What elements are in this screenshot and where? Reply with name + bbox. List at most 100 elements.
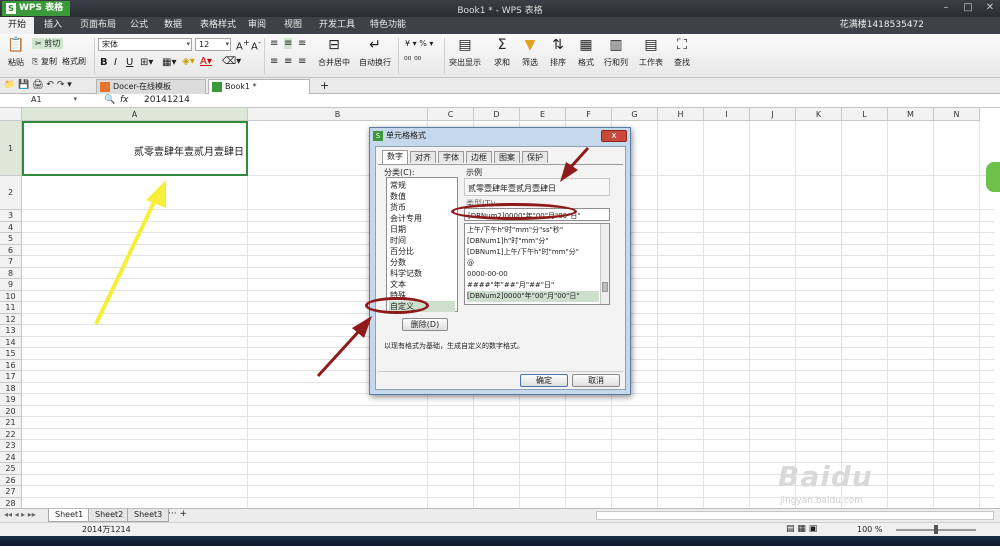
row-header-17[interactable]: 17 <box>0 371 22 383</box>
shrink-font-icon[interactable]: A- <box>251 37 261 52</box>
list-item[interactable]: [DBNum1]h"时"mm"分" <box>467 236 599 247</box>
list-item[interactable]: 文本 <box>389 279 455 290</box>
italic-icon[interactable]: I <box>114 57 117 68</box>
fill-color-icon[interactable]: ◈▾ <box>182 56 195 67</box>
menu-data[interactable]: 数据 <box>156 17 190 34</box>
row-header-25[interactable]: 25 <box>0 463 22 475</box>
format-button[interactable]: ▦ 格式 <box>572 36 600 68</box>
list-item[interactable]: ####"年"##"月"##"日" <box>467 280 599 291</box>
sort-button[interactable]: ⇅ 排序 <box>544 36 572 68</box>
category-list[interactable]: 常规 数值 货币 会计专用 日期 时间 百分比 分数 科学记数 文本 特殊 自定… <box>386 177 458 312</box>
row-header-10[interactable]: 10 <box>0 290 22 302</box>
tab-number[interactable]: 数字 <box>382 150 408 164</box>
row-header-27[interactable]: 27 <box>0 486 22 498</box>
tab-alignment[interactable]: 对齐 <box>410 151 436 163</box>
formula-input[interactable]: 20141214 <box>144 95 190 105</box>
sum-button[interactable]: Σ 求和 <box>488 36 516 68</box>
row-header-18[interactable]: 18 <box>0 382 22 394</box>
menu-table-style[interactable]: 表格样式 <box>192 17 244 34</box>
column-header-d[interactable]: D <box>474 108 520 121</box>
column-header-k[interactable]: K <box>796 108 842 121</box>
wrap-text-button[interactable]: ↵ 自动换行 <box>358 36 392 68</box>
list-item[interactable]: 会计专用 <box>389 213 455 224</box>
maximize-icon[interactable]: □ <box>957 1 979 15</box>
list-item-selected[interactable]: [DBNum2]0000"年"00"月"00"日" <box>467 291 599 302</box>
font-name-select[interactable]: 宋体 ▾ <box>98 38 192 51</box>
row-header-21[interactable]: 21 <box>0 417 22 429</box>
list-item[interactable]: 常规 <box>389 180 455 191</box>
row-header-4[interactable]: 4 <box>0 221 22 233</box>
list-item[interactable]: 日期 <box>389 224 455 235</box>
row-header-13[interactable]: 13 <box>0 325 22 337</box>
column-header-f[interactable]: F <box>566 108 612 121</box>
column-header-g[interactable]: G <box>612 108 658 121</box>
row-header-12[interactable]: 12 <box>0 313 22 325</box>
tab-sheet3[interactable]: Sheet3 <box>127 509 170 522</box>
list-item[interactable]: 分数 <box>389 257 455 268</box>
view-mode-icon[interactable]: ▤ ▦ ▣ <box>786 523 817 536</box>
decimal-icon[interactable]: ⁰⁰ ⁰⁰ <box>404 56 421 66</box>
column-header-l[interactable]: L <box>842 108 888 121</box>
menu-insert[interactable]: 插入 <box>36 17 70 34</box>
menu-review[interactable]: 审阅 <box>240 17 274 34</box>
column-header-j[interactable]: J <box>750 108 796 121</box>
list-item[interactable]: 数值 <box>389 191 455 202</box>
list-item[interactable]: 上午/下午h"时"mm"分"ss"秒" <box>467 225 599 236</box>
align-middle-icon[interactable]: ≡ <box>284 38 293 49</box>
dialog-close-button[interactable]: x <box>601 130 627 142</box>
bold-icon[interactable]: B <box>100 57 108 68</box>
paste-button[interactable]: 📋 粘贴 <box>2 36 30 68</box>
menu-page-layout[interactable]: 页面布局 <box>72 17 124 34</box>
type-list-scrollbar[interactable] <box>600 224 609 304</box>
clear-format-icon[interactable]: ⌫▾ <box>222 56 241 67</box>
align-bottom-icon[interactable]: ≡ <box>298 38 306 49</box>
row-header-5[interactable]: 5 <box>0 233 22 245</box>
tab-border[interactable]: 边框 <box>466 151 492 163</box>
list-item[interactable]: @ <box>467 258 599 269</box>
tab-sheet2[interactable]: Sheet2 <box>88 509 131 522</box>
font-color-icon[interactable]: A▾ <box>200 56 212 67</box>
grow-font-icon[interactable]: A+ <box>236 37 250 52</box>
menu-formulas[interactable]: 公式 <box>122 17 156 34</box>
tab-docer-templates[interactable]: Docer-在线模板 <box>96 79 206 94</box>
row-header-14[interactable]: 14 <box>0 336 22 348</box>
minimize-icon[interactable]: – <box>935 1 957 15</box>
conditional-format-button[interactable]: ▤ 突出显示 <box>448 36 482 68</box>
cut-button[interactable]: ✂ 剪切 <box>32 38 64 49</box>
sheet-nav-icon[interactable]: ◂◂ ◂ ▸ ▸▸ <box>4 510 36 519</box>
menu-special[interactable]: 特色功能 <box>362 17 414 34</box>
row-header-26[interactable]: 26 <box>0 474 22 486</box>
menu-home[interactable]: 开始 <box>0 17 35 34</box>
row-header-16[interactable]: 16 <box>0 359 22 371</box>
row-header-7[interactable]: 7 <box>0 256 22 268</box>
tab-sheet1[interactable]: Sheet1 <box>48 509 91 522</box>
zoom-slider-handle[interactable] <box>934 525 938 534</box>
font-size-select[interactable]: 12 ▾ <box>195 38 231 51</box>
tab-font[interactable]: 字体 <box>438 151 464 163</box>
row-header-2[interactable]: 2 <box>0 176 22 210</box>
menu-developer[interactable]: 开发工具 <box>311 17 363 34</box>
align-center-icon[interactable]: ≡ <box>284 56 292 67</box>
row-header-1[interactable]: 1 <box>0 121 22 176</box>
filter-button[interactable]: ▼ 筛选 <box>516 36 544 68</box>
close-icon[interactable]: ✕ <box>979 1 1000 15</box>
menu-view[interactable]: 视图 <box>276 17 310 34</box>
merge-icon[interactable]: ▦▾ <box>162 57 176 68</box>
column-header-h[interactable]: H <box>658 108 704 121</box>
new-tab-icon[interactable]: + <box>320 79 329 92</box>
merge-center-button[interactable]: ⊟ 合并居中 <box>318 36 350 68</box>
number-format-select[interactable]: ¥ ▾ % ▾ <box>402 38 442 51</box>
horizontal-scrollbar[interactable] <box>596 511 994 520</box>
list-item[interactable]: 科学记数 <box>389 268 455 279</box>
underline-icon[interactable]: U <box>126 57 133 68</box>
list-item[interactable]: 时间 <box>389 235 455 246</box>
side-widget-icon[interactable] <box>986 162 1000 192</box>
column-header-b[interactable]: B <box>248 108 428 121</box>
row-header-19[interactable]: 19 <box>0 394 22 406</box>
quick-access-icon[interactable]: 📁 💾 🖨 ↶ ↷ ▾ <box>4 80 72 90</box>
row-header-23[interactable]: 23 <box>0 440 22 452</box>
row-header-6[interactable]: 6 <box>0 244 22 256</box>
row-header-11[interactable]: 11 <box>0 302 22 314</box>
row-header-8[interactable]: 8 <box>0 267 22 279</box>
column-header-i[interactable]: I <box>704 108 750 121</box>
